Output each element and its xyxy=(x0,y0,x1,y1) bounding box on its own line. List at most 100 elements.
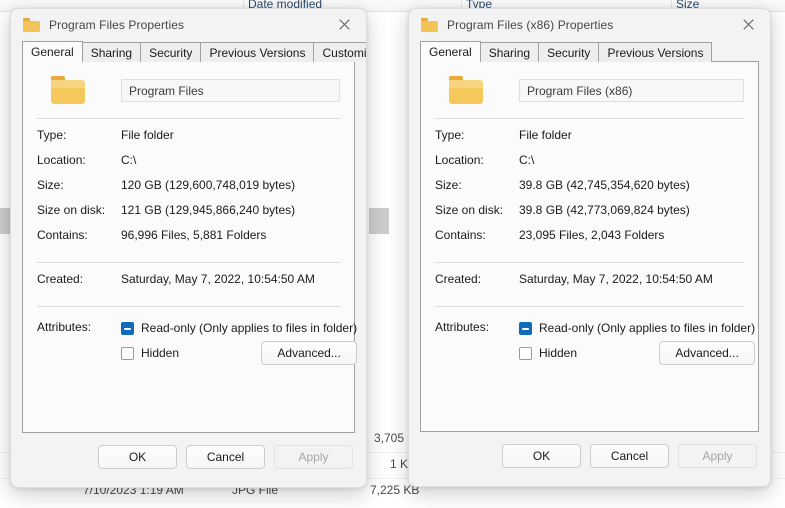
hidden-label: Hidden xyxy=(141,346,179,360)
info-label-location: Location: xyxy=(37,153,121,167)
tab-security[interactable]: Security xyxy=(538,42,599,62)
hidden-checkbox-row: Hidden Advanced... xyxy=(121,341,357,365)
attributes-controls: Read-only (Only applies to files in fold… xyxy=(121,318,357,365)
folder-name-row: Program Files xyxy=(37,62,340,118)
info-value-size-on-disk: 39.8 GB (42,773,069,824 bytes) xyxy=(519,203,690,217)
info-label-size-on-disk: Size on disk: xyxy=(435,203,519,217)
readonly-checkbox[interactable] xyxy=(121,322,134,335)
info-row-size-on-disk: Size on disk: 121 GB (129,945,866,240 by… xyxy=(37,203,340,228)
created-block: Created: Saturday, May 7, 2022, 10:54:50… xyxy=(435,263,744,306)
info-label-type: Type: xyxy=(37,128,121,142)
attributes-label: Attributes: xyxy=(435,318,519,336)
info-label-contains: Contains: xyxy=(435,228,519,242)
readonly-label: Read-only (Only applies to files in fold… xyxy=(539,321,755,335)
advanced-button[interactable]: Advanced... xyxy=(659,341,755,365)
readonly-checkbox-row[interactable]: Read-only (Only applies to files in fold… xyxy=(519,318,755,338)
info-value-created: Saturday, May 7, 2022, 10:54:50 AM xyxy=(519,272,713,286)
close-icon[interactable] xyxy=(726,9,770,40)
info-label-size: Size: xyxy=(435,178,519,192)
folder-name-row: Program Files (x86) xyxy=(435,62,744,118)
info-row-size: Size: 120 GB (129,600,748,019 bytes) xyxy=(37,178,340,203)
hidden-checkbox-group[interactable]: Hidden xyxy=(121,346,179,360)
hidden-checkbox[interactable] xyxy=(121,347,134,360)
folder-icon xyxy=(23,18,40,32)
info-row-size-on-disk: Size on disk: 39.8 GB (42,773,069,824 by… xyxy=(435,203,744,228)
info-row-created: Created: Saturday, May 7, 2022, 10:54:50… xyxy=(435,272,744,297)
info-label-created: Created: xyxy=(37,272,121,286)
folder-info-list: Type: File folder Location: C:\ Size: 39… xyxy=(435,119,744,262)
dialog-title: Program Files (x86) Properties xyxy=(447,18,613,32)
attributes-label: Attributes: xyxy=(37,318,121,336)
cancel-button[interactable]: Cancel xyxy=(186,445,265,469)
apply-button[interactable]: Apply xyxy=(274,445,353,469)
info-row-type: Type: File folder xyxy=(37,128,340,153)
tab-general[interactable]: General xyxy=(420,41,481,62)
tab-customize[interactable]: Customize xyxy=(313,42,367,62)
tab-page-general: Program Files Type: File folder Location… xyxy=(22,62,355,433)
info-value-location: C:\ xyxy=(519,153,534,167)
readonly-checkbox-row[interactable]: Read-only (Only applies to files in fold… xyxy=(121,318,357,338)
list-cell-size: 1 K xyxy=(390,457,408,471)
info-value-size-on-disk: 121 GB (129,945,866,240 bytes) xyxy=(121,203,295,217)
info-label-location: Location: xyxy=(435,153,519,167)
tab-sharing[interactable]: Sharing xyxy=(82,42,141,62)
cancel-button[interactable]: Cancel xyxy=(590,444,669,468)
vertical-scrollbar-thumb-secondary[interactable] xyxy=(369,208,389,234)
info-value-created: Saturday, May 7, 2022, 10:54:50 AM xyxy=(121,272,315,286)
readonly-checkbox[interactable] xyxy=(519,322,532,335)
tab-previous-versions[interactable]: Previous Versions xyxy=(598,42,712,62)
info-row-type: Type: File folder xyxy=(435,128,744,153)
attributes-block: Attributes: Read-only (Only applies to f… xyxy=(435,307,744,381)
dialog-titlebar[interactable]: Program Files Properties xyxy=(11,9,366,41)
created-block: Created: Saturday, May 7, 2022, 10:54:50… xyxy=(37,263,340,306)
info-value-size: 39.8 GB (42,745,354,620 bytes) xyxy=(519,178,690,192)
dialog-footer: OK Cancel Apply xyxy=(409,432,770,468)
dialog-tabstrip[interactable]: General Sharing Security Previous Versio… xyxy=(22,41,355,62)
close-icon[interactable] xyxy=(322,9,366,40)
tab-page-general: Program Files (x86) Type: File folder Lo… xyxy=(420,62,759,432)
apply-button[interactable]: Apply xyxy=(678,444,757,468)
folder-icon-large xyxy=(51,76,85,104)
tab-sharing[interactable]: Sharing xyxy=(480,42,539,62)
folder-info-list: Type: File folder Location: C:\ Size: 12… xyxy=(37,119,340,262)
tab-security[interactable]: Security xyxy=(140,42,201,62)
attributes-block: Attributes: Read-only (Only applies to f… xyxy=(37,307,340,381)
folder-icon xyxy=(421,18,438,32)
ok-button[interactable]: OK xyxy=(502,444,581,468)
dialog-title: Program Files Properties xyxy=(49,18,184,32)
info-row-created: Created: Saturday, May 7, 2022, 10:54:50… xyxy=(37,272,340,297)
info-label-type: Type: xyxy=(435,128,519,142)
dialog-titlebar[interactable]: Program Files (x86) Properties xyxy=(409,9,770,41)
hidden-checkbox-row: Hidden Advanced... xyxy=(519,341,755,365)
tab-general[interactable]: General xyxy=(22,41,83,62)
info-row-location: Location: C:\ xyxy=(435,153,744,178)
folder-icon-large xyxy=(449,76,483,104)
properties-dialog-program-files[interactable]: Program Files Properties General Sharing… xyxy=(10,8,367,488)
folder-name-input[interactable]: Program Files xyxy=(121,79,340,102)
hidden-label: Hidden xyxy=(539,346,577,360)
info-value-contains: 23,095 Files, 2,043 Folders xyxy=(519,228,664,242)
attributes-controls: Read-only (Only applies to files in fold… xyxy=(519,318,755,365)
info-value-size: 120 GB (129,600,748,019 bytes) xyxy=(121,178,295,192)
dialog-footer: OK Cancel Apply xyxy=(11,433,366,469)
hidden-checkbox-group[interactable]: Hidden xyxy=(519,346,577,360)
info-label-size: Size: xyxy=(37,178,121,192)
info-row-location: Location: C:\ xyxy=(37,153,340,178)
info-value-type: File folder xyxy=(121,128,174,142)
properties-dialog-program-files-x86[interactable]: Program Files (x86) Properties General S… xyxy=(408,8,771,487)
info-row-contains: Contains: 96,996 Files, 5,881 Folders xyxy=(37,228,340,253)
info-value-type: File folder xyxy=(519,128,572,142)
readonly-label: Read-only (Only applies to files in fold… xyxy=(141,321,357,335)
info-row-contains: Contains: 23,095 Files, 2,043 Folders xyxy=(435,228,744,253)
hidden-checkbox[interactable] xyxy=(519,347,532,360)
info-label-contains: Contains: xyxy=(37,228,121,242)
advanced-button[interactable]: Advanced... xyxy=(261,341,357,365)
ok-button[interactable]: OK xyxy=(98,445,177,469)
info-value-contains: 96,996 Files, 5,881 Folders xyxy=(121,228,266,242)
tab-previous-versions[interactable]: Previous Versions xyxy=(200,42,314,62)
info-label-size-on-disk: Size on disk: xyxy=(37,203,121,217)
dialog-tabstrip[interactable]: General Sharing Security Previous Versio… xyxy=(420,41,759,62)
attributes-row: Attributes: Read-only (Only applies to f… xyxy=(37,318,340,365)
folder-name-input[interactable]: Program Files (x86) xyxy=(519,79,744,102)
info-row-size: Size: 39.8 GB (42,745,354,620 bytes) xyxy=(435,178,744,203)
